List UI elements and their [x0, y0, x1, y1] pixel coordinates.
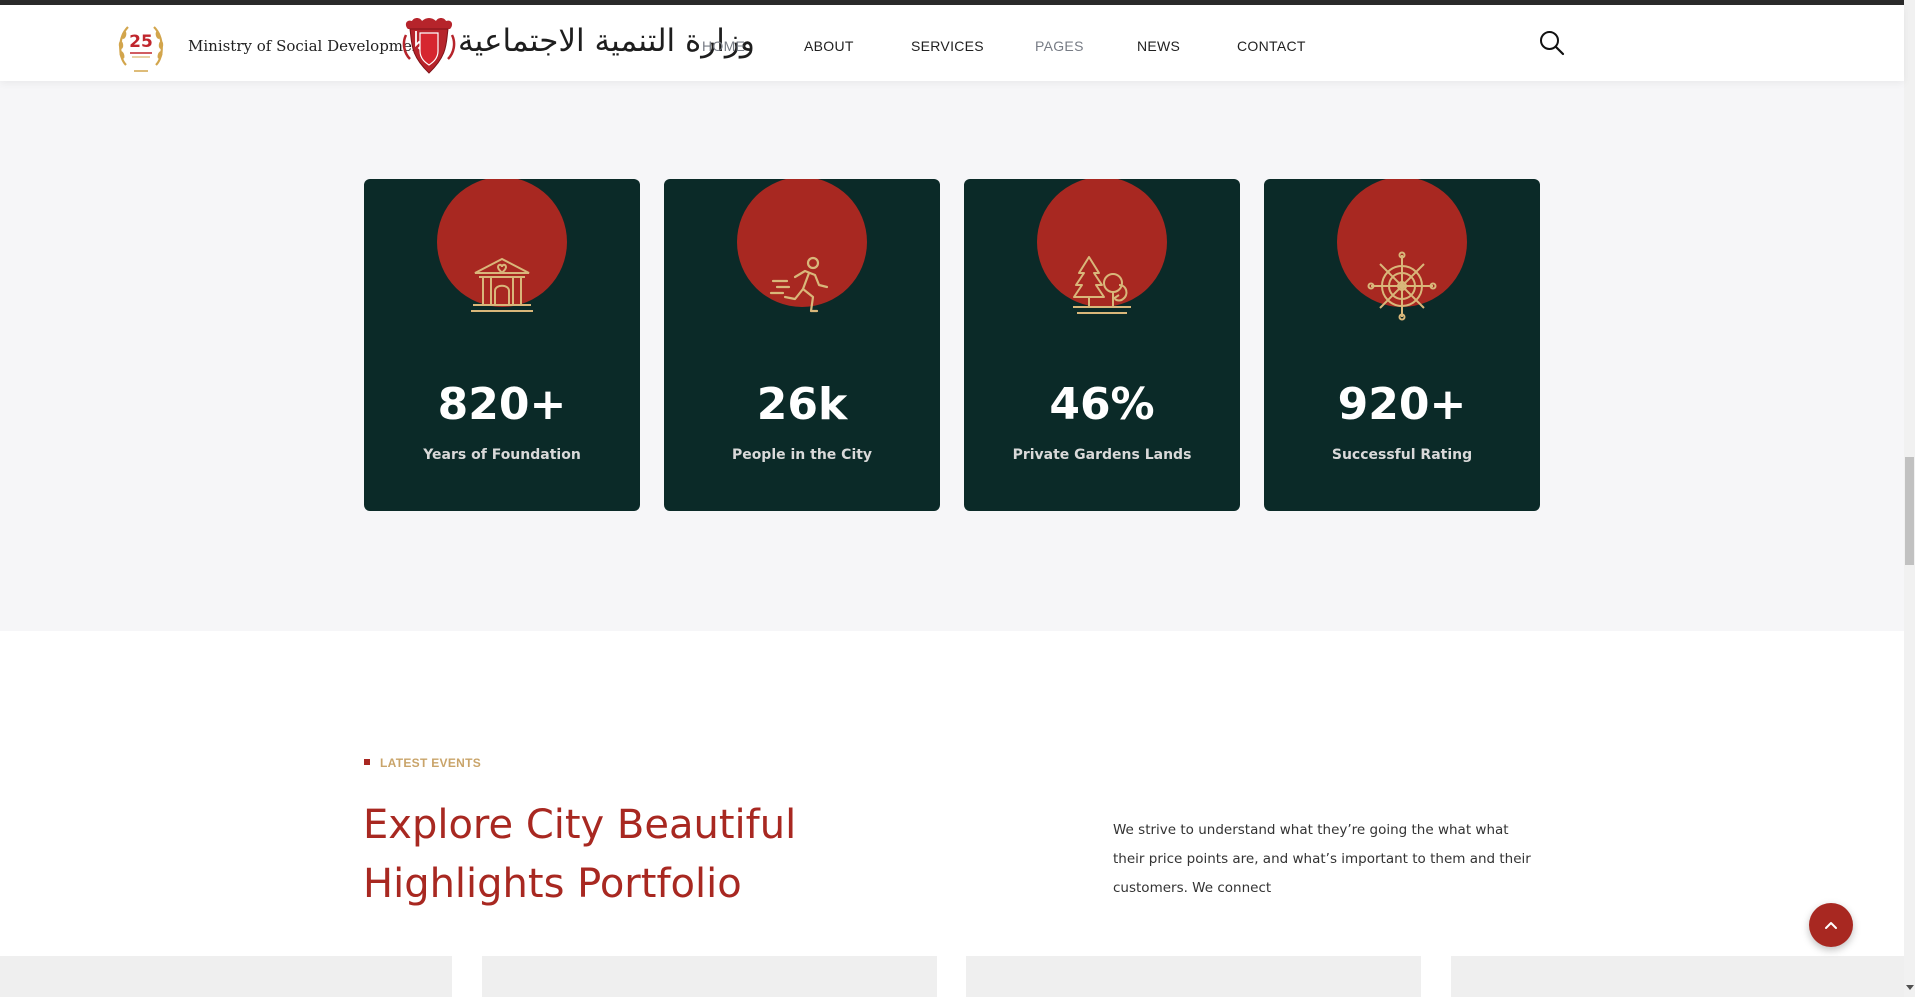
section-kicker-text: LATEST EVENTS: [380, 756, 482, 770]
portfolio-card[interactable]: [1451, 956, 1904, 997]
stat-value: 26k: [756, 379, 848, 430]
portfolio-card[interactable]: [482, 956, 937, 997]
scroll-to-top-button[interactable]: [1809, 903, 1853, 947]
stat-card: 46% Private Gardens Lands: [964, 179, 1240, 511]
chevron-up-icon: [1825, 922, 1837, 929]
scrollbar-thumb[interactable]: [1905, 457, 1914, 565]
nav-news[interactable]: NEWS: [1137, 38, 1180, 54]
scrollbar-down-arrow-icon[interactable]: [1906, 985, 1914, 990]
stat-label: Years of Foundation: [423, 447, 581, 463]
stat-card: 920+ Successful Rating: [1264, 179, 1540, 511]
section-kicker: LATEST EVENTS: [364, 756, 481, 770]
stat-card: 820+ Years of Foundation: [364, 179, 640, 511]
building-heart-icon: [471, 257, 533, 312]
running-person-icon: [769, 256, 829, 313]
bahrain-emblem-logo[interactable]: [402, 15, 456, 77]
site-header: 25 Ministry of Social Development وزارة …: [0, 5, 1904, 81]
section-description: We strive to understand what they’re goi…: [1113, 822, 1531, 896]
stat-label: People in the City: [731, 447, 873, 463]
stat-value: 820+: [437, 379, 567, 430]
stat-value: 920+: [1337, 379, 1467, 430]
stat-label: Successful Rating: [1331, 447, 1473, 463]
nav-pages[interactable]: PAGES: [1035, 38, 1084, 54]
kicker-dot: [364, 758, 370, 765]
search-icon[interactable]: [1538, 29, 1566, 57]
nav-services[interactable]: SERVICES: [911, 38, 984, 54]
nav-home[interactable]: HOME: [702, 38, 745, 54]
stat-label: Private Gardens Lands: [1012, 447, 1192, 463]
portfolio-card[interactable]: [966, 956, 1421, 997]
stats-section: 820+ Years of Foundation 26k People in t…: [0, 81, 1904, 631]
nav-contact[interactable]: CONTACT: [1237, 38, 1306, 54]
nav-about[interactable]: ABOUT: [804, 38, 854, 54]
ship-wheel-icon: [1367, 251, 1437, 321]
svg-text:25: 25: [129, 32, 153, 52]
anniversary-badge-logo[interactable]: 25: [116, 19, 166, 79]
section-title: Explore City Beautiful Highlights Portfo…: [363, 802, 797, 907]
stat-value: 46%: [1049, 379, 1155, 430]
stat-card: 26k People in the City: [664, 179, 940, 511]
ministry-name: Ministry of Social Development: [188, 37, 428, 55]
trees-garden-icon: [1073, 256, 1131, 314]
portfolio-card[interactable]: [0, 956, 452, 997]
